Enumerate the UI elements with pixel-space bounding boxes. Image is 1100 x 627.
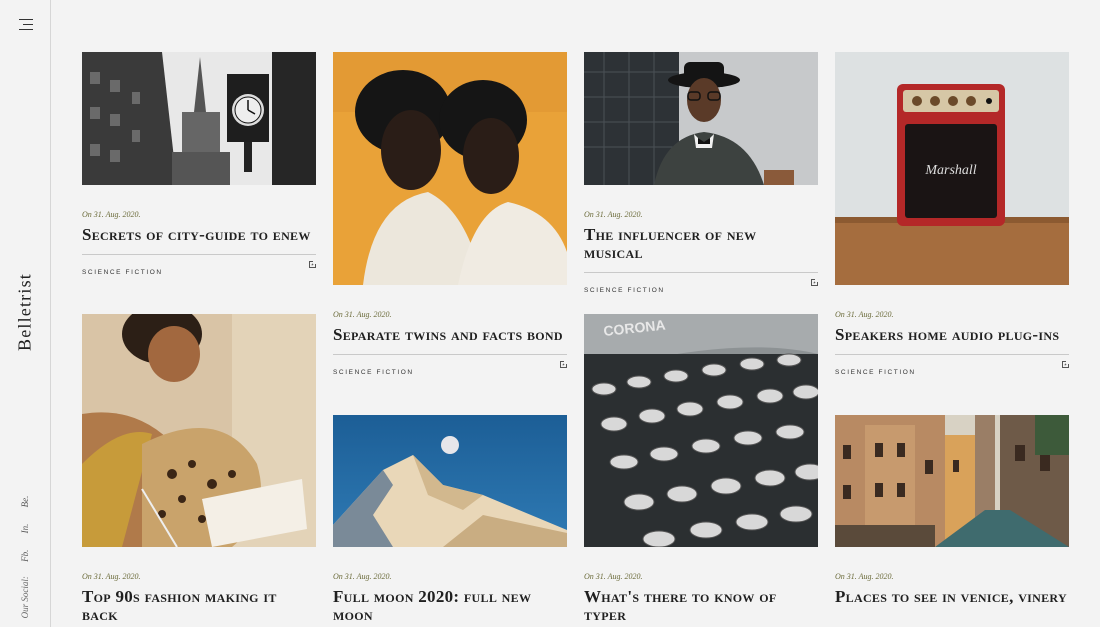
post-date: On 31. Aug. 2020.: [584, 210, 643, 219]
post-meta: On 31. Aug. 2020. Places to see in venic…: [835, 571, 1069, 606]
post-category-row: Science Fiction: [584, 272, 819, 294]
post-category[interactable]: Science Fiction: [333, 369, 414, 376]
post-image-fashion[interactable]: [82, 314, 316, 547]
post-category-row: Science Fiction: [333, 354, 568, 376]
post-date: On 31. Aug. 2020.: [835, 572, 894, 581]
external-link-icon[interactable]: [309, 260, 317, 268]
post-title[interactable]: Speakers home audio plug-ins: [835, 325, 1059, 344]
post-image-amp-speaker[interactable]: Marshall: [835, 52, 1069, 285]
post-date: On 31. Aug. 2020.: [82, 210, 141, 219]
post-category-row: Science Fiction: [82, 254, 317, 276]
post-image-mountain-moon[interactable]: [333, 415, 567, 547]
post-meta: On 31. Aug. 2020. The influencer of new …: [584, 209, 819, 294]
post-image-twins[interactable]: [333, 52, 567, 285]
post-title[interactable]: Full moon 2020: full new moon: [333, 587, 531, 624]
social-label: Our Social:: [20, 576, 30, 619]
post-title[interactable]: The influencer of new musical: [584, 225, 756, 262]
social-link-facebook[interactable]: Fb.: [20, 550, 30, 562]
post-date: On 31. Aug. 2020.: [82, 572, 141, 581]
svg-text:Marshall: Marshall: [924, 163, 976, 178]
post-image-venice-canal[interactable]: [835, 415, 1069, 547]
post-meta: On 31. Aug. 2020. Top 90s fashion making…: [82, 571, 316, 624]
social-link-behance[interactable]: Be.: [20, 496, 30, 508]
social-links: Our Social: Fb. In. Be.: [20, 482, 30, 619]
post-meta: On 31. Aug. 2020. Speakers home audio pl…: [835, 309, 1070, 376]
post-title[interactable]: Top 90s fashion making it back: [82, 587, 277, 624]
post-meta: On 31. Aug. 2020. Separate twins and fac…: [333, 309, 568, 376]
post-image-clock-tower[interactable]: [82, 52, 316, 185]
external-link-icon[interactable]: [560, 360, 568, 368]
post-title[interactable]: What's there to know of typer: [584, 587, 777, 624]
post-category[interactable]: Science Fiction: [835, 369, 916, 376]
post-meta: On 31. Aug. 2020. What's there to know o…: [584, 571, 818, 624]
post-date: On 31. Aug. 2020.: [835, 310, 894, 319]
post-date: On 31. Aug. 2020.: [333, 310, 392, 319]
post-title[interactable]: Places to see in venice, vinery: [835, 587, 1067, 606]
brand-logo[interactable]: Belletrist: [15, 273, 36, 351]
post-meta: On 31. Aug. 2020. Secrets of city-guide …: [82, 209, 317, 276]
social-link-instagram[interactable]: In.: [20, 524, 30, 534]
post-title[interactable]: Separate twins and facts bond: [333, 325, 563, 344]
external-link-icon[interactable]: [811, 278, 819, 286]
external-link-icon[interactable]: [1062, 360, 1070, 368]
post-category-row: Science Fiction: [835, 354, 1070, 376]
post-category[interactable]: Science Fiction: [584, 287, 665, 294]
post-category[interactable]: Science Fiction: [82, 269, 163, 276]
sidebar: Belletrist Our Social: Fb. In. Be.: [0, 0, 51, 627]
hamburger-menu-icon[interactable]: [17, 17, 33, 33]
post-image-typewriter[interactable]: CORONA: [584, 314, 818, 547]
post-date: On 31. Aug. 2020.: [584, 572, 643, 581]
post-image-influencer[interactable]: [584, 52, 818, 185]
post-date: On 31. Aug. 2020.: [333, 572, 392, 581]
post-title[interactable]: Secrets of city-guide to enew: [82, 225, 311, 244]
post-meta: On 31. Aug. 2020. Full moon 2020: full n…: [333, 571, 567, 624]
